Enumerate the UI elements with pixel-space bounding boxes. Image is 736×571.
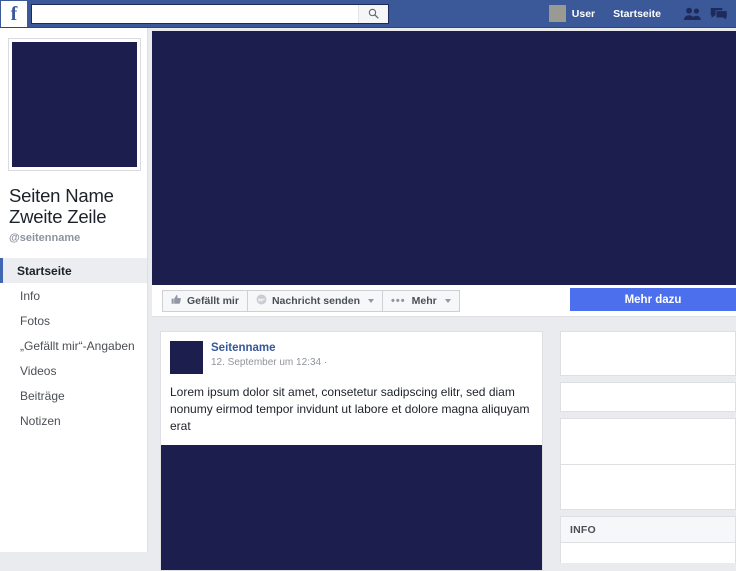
page-title-line2: Zweite Zeile bbox=[9, 206, 107, 227]
profile-picture[interactable] bbox=[9, 39, 140, 170]
post-timestamp: 12. September um 12:34 · bbox=[211, 357, 328, 368]
like-button-label: Gefällt mir bbox=[187, 295, 239, 307]
right-card-divider bbox=[561, 419, 735, 465]
search-bar[interactable] bbox=[31, 3, 389, 24]
thumbs-up-icon bbox=[171, 294, 182, 308]
sidebar-item-startseite[interactable]: Startseite bbox=[0, 258, 147, 283]
info-card-heading: INFO bbox=[561, 517, 735, 543]
nav-home-link[interactable]: Startseite bbox=[613, 8, 661, 20]
cta-button[interactable]: Mehr dazu bbox=[570, 288, 736, 311]
sidebar-item-notizen[interactable]: Notizen bbox=[0, 408, 147, 433]
page-handle: @seitenname bbox=[9, 232, 81, 244]
top-navigation-bar: f User Startseite bbox=[0, 0, 736, 28]
nav-user[interactable]: User bbox=[548, 5, 596, 22]
facebook-logo[interactable]: f bbox=[1, 0, 27, 27]
message-bubble-icon bbox=[256, 294, 267, 308]
left-sidebar: Seiten Name Zweite Zeile @seitenname Sta… bbox=[0, 28, 148, 552]
page-title: Seiten Name Zweite Zeile bbox=[9, 185, 147, 227]
post-avatar[interactable] bbox=[170, 341, 203, 374]
sidebar-item-gefaellt-mir-angaben[interactable]: „Gefällt mir“-Angaben bbox=[0, 333, 147, 358]
sidebar-item-fotos[interactable]: Fotos bbox=[0, 308, 147, 333]
top-nav-right-group: User Startseite bbox=[548, 0, 736, 27]
post-body-text: Lorem ipsum dolor sit amet, consetetur s… bbox=[170, 385, 530, 433]
right-sidebar: INFO bbox=[560, 331, 736, 563]
profile-picture-image bbox=[12, 42, 137, 167]
page-action-button-group: Gefällt mir Nachricht senden ••• Mehr bbox=[162, 290, 460, 312]
sidebar-item-videos[interactable]: Videos bbox=[0, 358, 147, 383]
post-header: Seitenname 12. September um 12:34 · bbox=[161, 341, 542, 374]
chevron-down-icon[interactable] bbox=[368, 299, 375, 303]
search-icon[interactable] bbox=[358, 4, 388, 23]
cover-photo[interactable] bbox=[152, 31, 736, 285]
search-input[interactable] bbox=[32, 4, 358, 23]
page-title-line1: Seiten Name bbox=[9, 185, 114, 206]
sidebar-item-info[interactable]: Info bbox=[0, 283, 147, 308]
more-button-label: Mehr bbox=[411, 295, 437, 307]
send-message-label: Nachricht senden bbox=[271, 295, 361, 307]
page-action-bar: Gefällt mir Nachricht senden ••• Mehr Me… bbox=[152, 285, 736, 317]
nav-user-label: User bbox=[571, 7, 596, 20]
send-message-button[interactable]: Nachricht senden bbox=[248, 291, 384, 311]
user-avatar bbox=[548, 5, 566, 22]
info-card: INFO bbox=[560, 516, 736, 563]
like-button[interactable]: Gefällt mir bbox=[163, 291, 248, 311]
post-card: Seitenname 12. September um 12:34 · Lore… bbox=[160, 331, 543, 571]
post-author-link[interactable]: Seitenname bbox=[211, 342, 327, 354]
ellipsis-icon: ••• bbox=[391, 295, 406, 307]
info-card-body bbox=[561, 543, 735, 563]
post-meta: Seitenname 12. September um 12:34 · bbox=[211, 341, 327, 374]
right-card-placeholder-3 bbox=[560, 418, 736, 510]
right-card-placeholder-2 bbox=[560, 382, 736, 412]
friends-icon[interactable] bbox=[683, 7, 702, 21]
more-button[interactable]: ••• Mehr bbox=[383, 291, 459, 311]
chevron-down-icon-more[interactable] bbox=[444, 299, 451, 303]
sidebar-nav: Startseite Info Fotos „Gefällt mir“-Anga… bbox=[0, 258, 147, 433]
post-image[interactable] bbox=[161, 445, 542, 570]
sidebar-item-beitraege[interactable]: Beiträge bbox=[0, 383, 147, 408]
messages-icon[interactable] bbox=[710, 7, 728, 21]
right-card-placeholder-1 bbox=[560, 331, 736, 376]
